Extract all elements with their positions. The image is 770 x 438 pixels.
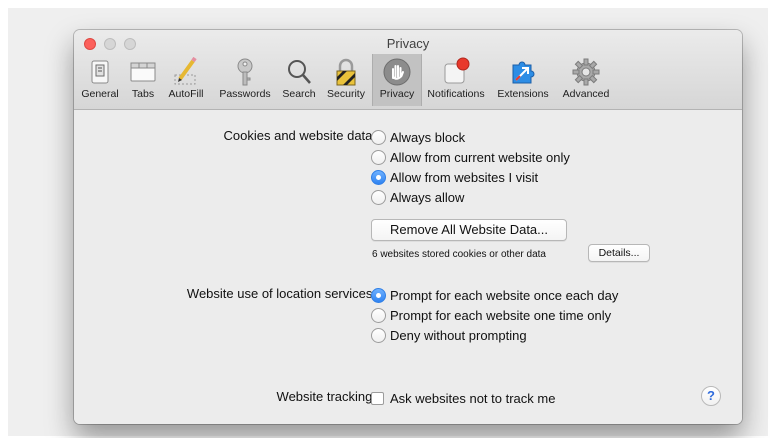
cookies-label: Cookies and website data: bbox=[223, 128, 376, 143]
radio-button[interactable] bbox=[371, 327, 386, 343]
tab-advanced[interactable]: Advanced bbox=[556, 54, 616, 106]
tab-general[interactable]: General bbox=[76, 54, 124, 106]
tab-label: Search bbox=[282, 88, 316, 100]
radio-button[interactable] bbox=[371, 149, 386, 165]
tab-search[interactable]: Search bbox=[279, 54, 319, 106]
tab-label: Privacy bbox=[379, 88, 415, 100]
general-icon bbox=[91, 60, 109, 84]
tab-tabs[interactable]: Tabs bbox=[126, 54, 160, 106]
radio-button-selected[interactable] bbox=[371, 287, 386, 303]
privacy-preferences-window: Privacy General Tabs AutoFill Passwords … bbox=[74, 30, 742, 424]
option-label: Allow from websites I visit bbox=[390, 169, 539, 185]
website-tracking-label: Website tracking: bbox=[276, 389, 376, 404]
location-services-label: Website use of location services: bbox=[186, 286, 376, 301]
privacy-pane: Cookies and website data: Always block A… bbox=[74, 110, 742, 424]
tab-label: Passwords bbox=[219, 88, 271, 100]
do-not-track-checkbox[interactable] bbox=[371, 391, 384, 405]
preferences-toolbar: Privacy General Tabs AutoFill Passwords … bbox=[74, 30, 742, 110]
cookies-option-current-website[interactable]: Allow from current website only bbox=[371, 148, 570, 166]
radio-button[interactable] bbox=[371, 307, 386, 323]
hand-icon bbox=[383, 58, 411, 86]
tab-label: AutoFill bbox=[168, 88, 204, 100]
notification-icon bbox=[444, 57, 470, 84]
pencil-icon bbox=[174, 57, 197, 85]
radio-button[interactable] bbox=[371, 129, 386, 145]
tab-passwords[interactable]: Passwords bbox=[212, 54, 278, 106]
tabs-icon bbox=[130, 62, 156, 82]
do-not-track-option[interactable]: Ask websites not to track me bbox=[371, 389, 555, 407]
location-option-one-time-only[interactable]: Prompt for each website one time only bbox=[371, 306, 611, 324]
key-icon bbox=[237, 58, 253, 86]
location-option-once-each-day[interactable]: Prompt for each website once each day bbox=[371, 286, 618, 304]
tab-notifications[interactable]: Notifications bbox=[422, 54, 490, 106]
radio-button[interactable] bbox=[371, 189, 386, 205]
help-button[interactable]: ? bbox=[701, 386, 721, 406]
option-label: Always allow bbox=[390, 189, 465, 205]
cookies-option-always-allow[interactable]: Always allow bbox=[371, 188, 464, 206]
stored-data-note: 6 websites stored cookies or other data bbox=[372, 249, 546, 260]
cookies-option-always-block[interactable]: Always block bbox=[371, 128, 465, 146]
option-label: Deny without prompting bbox=[390, 327, 527, 343]
window-title: Privacy bbox=[386, 36, 430, 51]
location-option-deny[interactable]: Deny without prompting bbox=[371, 326, 527, 344]
details-button[interactable]: Details... bbox=[588, 244, 650, 262]
option-label: Ask websites not to track me bbox=[390, 390, 556, 406]
puzzle-icon bbox=[512, 61, 535, 84]
lock-icon bbox=[336, 58, 356, 86]
radio-button-selected[interactable] bbox=[371, 169, 386, 185]
tab-label: Notifications bbox=[427, 88, 485, 100]
gear-icon bbox=[572, 58, 600, 86]
magnifier-icon bbox=[288, 60, 311, 84]
tab-extensions[interactable]: Extensions bbox=[492, 54, 554, 106]
option-label: Always block bbox=[390, 129, 466, 145]
tab-autofill[interactable]: AutoFill bbox=[162, 54, 210, 106]
tab-label: General bbox=[81, 88, 119, 100]
cookies-option-websites-visited[interactable]: Allow from websites I visit bbox=[371, 168, 538, 186]
tab-label: Tabs bbox=[131, 88, 155, 100]
tab-security[interactable]: Security bbox=[321, 54, 371, 106]
option-label: Allow from current website only bbox=[390, 149, 570, 165]
option-label: Prompt for each website once each day bbox=[390, 287, 619, 303]
tab-privacy[interactable]: Privacy bbox=[372, 54, 422, 106]
tab-label: Security bbox=[327, 88, 365, 100]
remove-all-website-data-button[interactable]: Remove All Website Data... bbox=[371, 219, 567, 241]
tab-label: Advanced bbox=[562, 88, 610, 100]
option-label: Prompt for each website one time only bbox=[390, 307, 612, 323]
tab-label: Extensions bbox=[497, 88, 549, 100]
